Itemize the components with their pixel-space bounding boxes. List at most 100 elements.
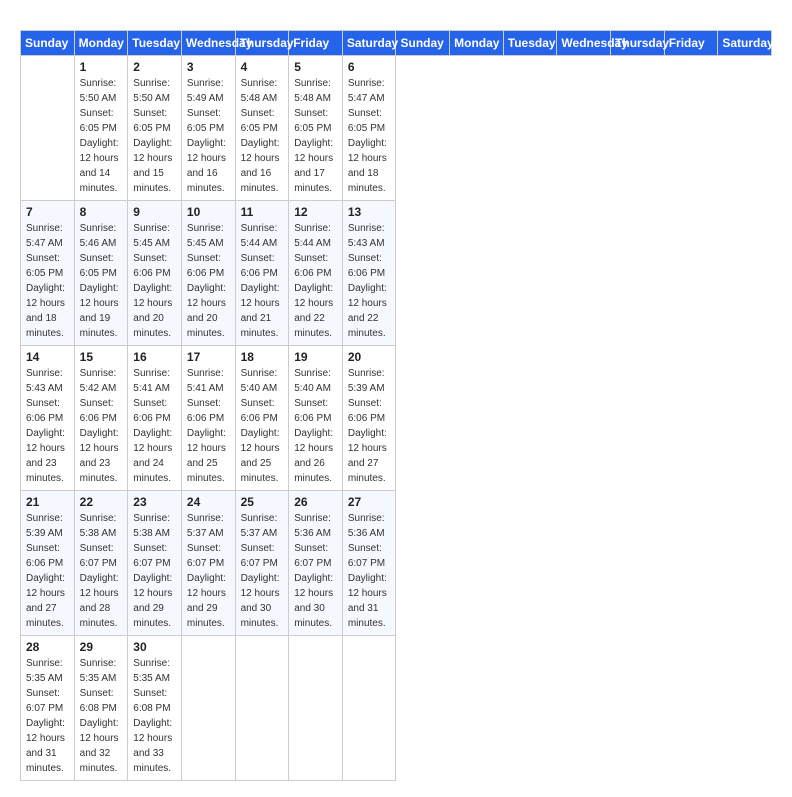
day-number: 26 <box>294 495 337 509</box>
day-info: Sunrise: 5:37 AM Sunset: 6:07 PM Dayligh… <box>187 511 230 631</box>
day-info: Sunrise: 5:44 AM Sunset: 6:06 PM Dayligh… <box>294 221 337 341</box>
day-number: 3 <box>187 60 230 74</box>
calendar-cell: 20 Sunrise: 5:39 AM Sunset: 6:06 PM Dayl… <box>342 346 396 491</box>
day-info: Sunrise: 5:43 AM Sunset: 6:06 PM Dayligh… <box>348 221 391 341</box>
day-number: 1 <box>80 60 123 74</box>
day-number: 29 <box>80 640 123 654</box>
col-header-wednesday: Wednesday <box>557 31 611 56</box>
week-row-4: 21 Sunrise: 5:39 AM Sunset: 6:06 PM Dayl… <box>21 491 772 636</box>
calendar-cell: 11 Sunrise: 5:44 AM Sunset: 6:06 PM Dayl… <box>235 201 289 346</box>
calendar-cell: 12 Sunrise: 5:44 AM Sunset: 6:06 PM Dayl… <box>289 201 343 346</box>
calendar-cell: 28 Sunrise: 5:35 AM Sunset: 6:07 PM Dayl… <box>21 636 75 781</box>
day-info: Sunrise: 5:48 AM Sunset: 6:05 PM Dayligh… <box>294 76 337 196</box>
calendar-cell <box>235 636 289 781</box>
calendar-cell: 16 Sunrise: 5:41 AM Sunset: 6:06 PM Dayl… <box>128 346 182 491</box>
col-header-saturday: Saturday <box>718 31 772 56</box>
day-info: Sunrise: 5:40 AM Sunset: 6:06 PM Dayligh… <box>241 366 284 486</box>
calendar-cell: 7 Sunrise: 5:47 AM Sunset: 6:05 PM Dayli… <box>21 201 75 346</box>
calendar-cell: 13 Sunrise: 5:43 AM Sunset: 6:06 PM Dayl… <box>342 201 396 346</box>
col-header-sunday: Sunday <box>396 31 450 56</box>
day-info: Sunrise: 5:50 AM Sunset: 6:05 PM Dayligh… <box>80 76 123 196</box>
calendar-cell: 23 Sunrise: 5:38 AM Sunset: 6:07 PM Dayl… <box>128 491 182 636</box>
day-info: Sunrise: 5:47 AM Sunset: 6:05 PM Dayligh… <box>348 76 391 196</box>
day-info: Sunrise: 5:47 AM Sunset: 6:05 PM Dayligh… <box>26 221 69 341</box>
day-number: 19 <box>294 350 337 364</box>
day-number: 14 <box>26 350 69 364</box>
calendar-cell: 17 Sunrise: 5:41 AM Sunset: 6:06 PM Dayl… <box>181 346 235 491</box>
day-info: Sunrise: 5:38 AM Sunset: 6:07 PM Dayligh… <box>80 511 123 631</box>
day-info: Sunrise: 5:38 AM Sunset: 6:07 PM Dayligh… <box>133 511 176 631</box>
day-info: Sunrise: 5:43 AM Sunset: 6:06 PM Dayligh… <box>26 366 69 486</box>
day-number: 13 <box>348 205 391 219</box>
calendar-cell <box>21 56 75 201</box>
calendar-header-row: SundayMondayTuesdayWednesdayThursdayFrid… <box>21 31 772 56</box>
day-number: 30 <box>133 640 176 654</box>
calendar-cell: 26 Sunrise: 5:36 AM Sunset: 6:07 PM Dayl… <box>289 491 343 636</box>
calendar-cell: 25 Sunrise: 5:37 AM Sunset: 6:07 PM Dayl… <box>235 491 289 636</box>
day-number: 24 <box>187 495 230 509</box>
day-info: Sunrise: 5:35 AM Sunset: 6:07 PM Dayligh… <box>26 656 69 776</box>
col-header-saturday: Saturday <box>342 31 396 56</box>
day-number: 25 <box>241 495 284 509</box>
calendar-cell <box>342 636 396 781</box>
day-number: 11 <box>241 205 284 219</box>
col-header-thursday: Thursday <box>611 31 665 56</box>
week-row-5: 28 Sunrise: 5:35 AM Sunset: 6:07 PM Dayl… <box>21 636 772 781</box>
day-info: Sunrise: 5:35 AM Sunset: 6:08 PM Dayligh… <box>133 656 176 776</box>
day-info: Sunrise: 5:46 AM Sunset: 6:05 PM Dayligh… <box>80 221 123 341</box>
day-number: 4 <box>241 60 284 74</box>
week-row-2: 7 Sunrise: 5:47 AM Sunset: 6:05 PM Dayli… <box>21 201 772 346</box>
day-info: Sunrise: 5:49 AM Sunset: 6:05 PM Dayligh… <box>187 76 230 196</box>
col-header-friday: Friday <box>664 31 718 56</box>
calendar-cell: 27 Sunrise: 5:36 AM Sunset: 6:07 PM Dayl… <box>342 491 396 636</box>
col-header-tuesday: Tuesday <box>503 31 557 56</box>
day-number: 18 <box>241 350 284 364</box>
calendar-cell: 4 Sunrise: 5:48 AM Sunset: 6:05 PM Dayli… <box>235 56 289 201</box>
calendar-cell: 1 Sunrise: 5:50 AM Sunset: 6:05 PM Dayli… <box>74 56 128 201</box>
day-number: 10 <box>187 205 230 219</box>
calendar-cell <box>289 636 343 781</box>
calendar-cell: 5 Sunrise: 5:48 AM Sunset: 6:05 PM Dayli… <box>289 56 343 201</box>
col-header-tuesday: Tuesday <box>128 31 182 56</box>
col-header-wednesday: Wednesday <box>181 31 235 56</box>
calendar-cell: 22 Sunrise: 5:38 AM Sunset: 6:07 PM Dayl… <box>74 491 128 636</box>
day-number: 22 <box>80 495 123 509</box>
day-info: Sunrise: 5:40 AM Sunset: 6:06 PM Dayligh… <box>294 366 337 486</box>
calendar-cell: 29 Sunrise: 5:35 AM Sunset: 6:08 PM Dayl… <box>74 636 128 781</box>
week-row-1: 1 Sunrise: 5:50 AM Sunset: 6:05 PM Dayli… <box>21 56 772 201</box>
day-info: Sunrise: 5:36 AM Sunset: 6:07 PM Dayligh… <box>294 511 337 631</box>
calendar-cell: 21 Sunrise: 5:39 AM Sunset: 6:06 PM Dayl… <box>21 491 75 636</box>
day-number: 20 <box>348 350 391 364</box>
day-info: Sunrise: 5:45 AM Sunset: 6:06 PM Dayligh… <box>133 221 176 341</box>
col-header-friday: Friday <box>289 31 343 56</box>
col-header-thursday: Thursday <box>235 31 289 56</box>
day-number: 16 <box>133 350 176 364</box>
day-info: Sunrise: 5:35 AM Sunset: 6:08 PM Dayligh… <box>80 656 123 776</box>
calendar-cell <box>181 636 235 781</box>
calendar-cell: 19 Sunrise: 5:40 AM Sunset: 6:06 PM Dayl… <box>289 346 343 491</box>
day-number: 8 <box>80 205 123 219</box>
day-info: Sunrise: 5:41 AM Sunset: 6:06 PM Dayligh… <box>187 366 230 486</box>
day-info: Sunrise: 5:41 AM Sunset: 6:06 PM Dayligh… <box>133 366 176 486</box>
day-number: 5 <box>294 60 337 74</box>
day-info: Sunrise: 5:39 AM Sunset: 6:06 PM Dayligh… <box>26 511 69 631</box>
day-number: 21 <box>26 495 69 509</box>
col-header-monday: Monday <box>74 31 128 56</box>
calendar-table: SundayMondayTuesdayWednesdayThursdayFrid… <box>20 30 772 781</box>
day-number: 2 <box>133 60 176 74</box>
day-number: 17 <box>187 350 230 364</box>
day-number: 23 <box>133 495 176 509</box>
calendar-cell: 30 Sunrise: 5:35 AM Sunset: 6:08 PM Dayl… <box>128 636 182 781</box>
calendar-cell: 24 Sunrise: 5:37 AM Sunset: 6:07 PM Dayl… <box>181 491 235 636</box>
week-row-3: 14 Sunrise: 5:43 AM Sunset: 6:06 PM Dayl… <box>21 346 772 491</box>
day-number: 15 <box>80 350 123 364</box>
page-header: General Blue <box>20 16 772 18</box>
calendar-cell: 14 Sunrise: 5:43 AM Sunset: 6:06 PM Dayl… <box>21 346 75 491</box>
day-number: 6 <box>348 60 391 74</box>
day-info: Sunrise: 5:44 AM Sunset: 6:06 PM Dayligh… <box>241 221 284 341</box>
calendar-cell: 6 Sunrise: 5:47 AM Sunset: 6:05 PM Dayli… <box>342 56 396 201</box>
col-header-monday: Monday <box>450 31 504 56</box>
day-number: 9 <box>133 205 176 219</box>
day-number: 7 <box>26 205 69 219</box>
calendar-cell: 15 Sunrise: 5:42 AM Sunset: 6:06 PM Dayl… <box>74 346 128 491</box>
